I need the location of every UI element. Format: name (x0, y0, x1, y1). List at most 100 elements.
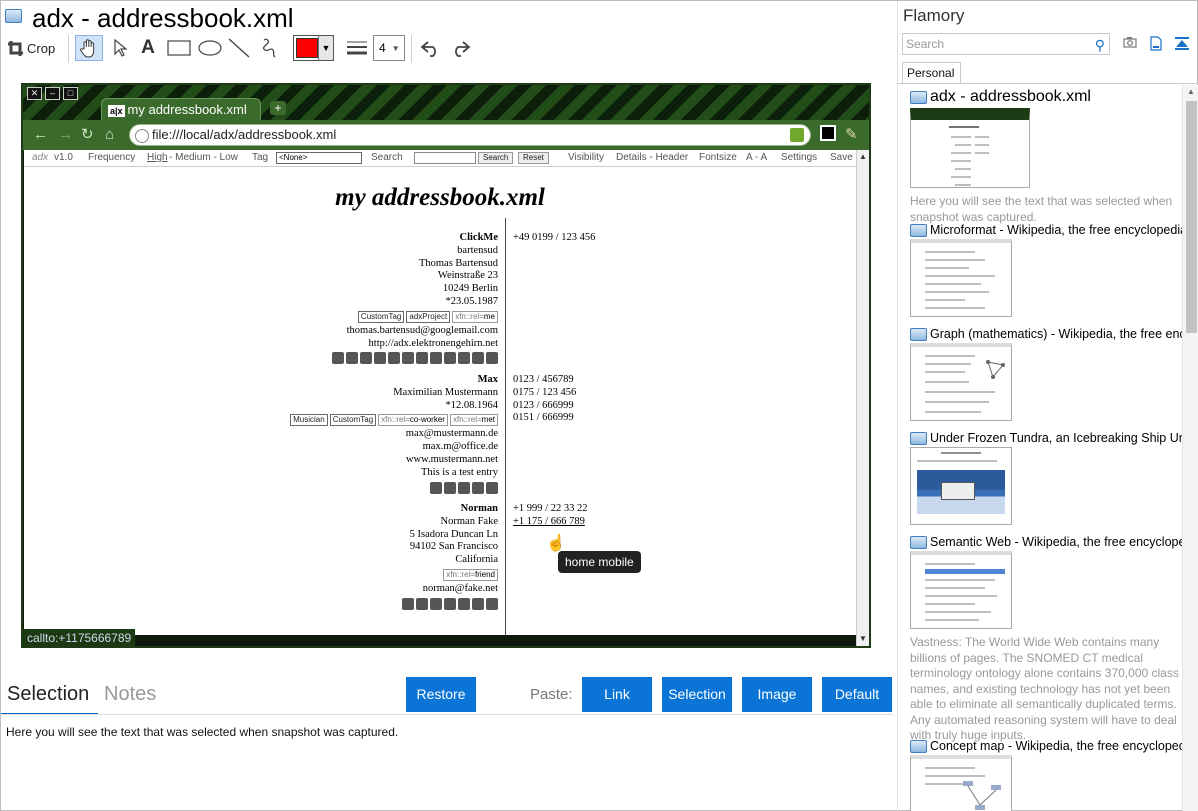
snapshot-panel: Flamory Search ⚲ Personal adx - addressb… (897, 1, 1198, 811)
back-icon: ← (33, 126, 48, 143)
snapshot-title: Under Frozen Tundra, an Icebreaking Ship… (930, 431, 1182, 445)
contact-line: http://adx.elektronengehirn.net (368, 337, 498, 349)
panel-title: Flamory (903, 6, 965, 25)
paste-selection-button[interactable]: Selection (662, 677, 732, 712)
minimize-icon: – (45, 87, 60, 100)
contact-line: norman@fake.net (422, 582, 498, 594)
contact-phones: +49 0199 / 123 456 (513, 232, 595, 245)
paste-link-button[interactable]: Link (582, 677, 652, 712)
ellipse-tool-button[interactable] (196, 35, 224, 61)
rectangle-tool-button[interactable] (165, 35, 193, 61)
contact-card: ClickMe bartensud Thomas Bartensud Weins… (332, 232, 499, 365)
tab-personal[interactable]: Personal (902, 62, 961, 84)
snapshot-icon (910, 327, 927, 341)
new-tab-icon: + (270, 101, 286, 115)
line-width-select[interactable]: 4 ▼ (373, 35, 405, 61)
contact-card: Norman Norman Fake 5 Isadora Duncan Ln 9… (402, 503, 498, 610)
browser-nav-bar: ← → ↻ ⌂ file:///local/adx/addressbook.xm… (23, 120, 869, 150)
tab-divider (1, 714, 893, 715)
contact-line: max.m@office.de (422, 441, 498, 453)
paste-default-button[interactable]: Default (822, 677, 892, 712)
home-icon: ⌂ (105, 126, 115, 143)
contact-name: Max (477, 374, 498, 385)
hand-icon (80, 39, 95, 58)
snapshot-entry[interactable]: Microformat - Wikipedia, the free encycl… (910, 223, 1182, 317)
contact-tag: Musician (290, 414, 328, 427)
snapshot-entry[interactable]: adx - addressbook.xml Here you will see … (910, 88, 1182, 225)
panel-scrollbar[interactable]: ▲ (1182, 85, 1198, 811)
tooltip: home mobile (558, 551, 641, 573)
tab-selection[interactable]: Selection (7, 683, 89, 706)
search-icon: ⚲ (1094, 37, 1105, 53)
restore-button[interactable]: Restore (406, 677, 476, 712)
scrollbar-thumb[interactable] (1186, 101, 1197, 333)
hand-tool-button[interactable] (75, 35, 103, 61)
phone-number: 0123 / 456789 (513, 374, 574, 385)
toolbar: Crop A ▼ 4 ▼ (1, 35, 895, 63)
snapshot-icon (910, 739, 927, 753)
text-tool-button[interactable]: A (137, 35, 159, 61)
xfn-tag: xfn::rel=me (452, 310, 498, 323)
settings-label: Settings (781, 152, 818, 163)
tab-notes[interactable]: Notes (104, 683, 156, 706)
color-swatch (296, 38, 318, 58)
phone-number: +1 175 / 666 789 (513, 515, 585, 527)
crop-label: Crop (27, 40, 56, 56)
snapshot-thumbnail (910, 343, 1012, 421)
snapshot-entry[interactable]: Concept map - Wikipedia, the free encycl… (910, 739, 1182, 811)
contact-phones: +1 999 / 22 33 22 +1 175 / 666 789 (513, 503, 587, 529)
forward-icon: → (58, 126, 73, 143)
undo-button[interactable] (418, 35, 444, 61)
contact-line: max@mustermann.de (405, 428, 498, 440)
snapshot-icon (910, 90, 927, 104)
rectangle-icon (167, 40, 191, 56)
snapshot-entry[interactable]: Graph (mathematics) - Wikipedia, the fre… (910, 327, 1182, 421)
snapshot-image: ✕ – □ a|x my addressbook.xml + ← → ↻ ⌂ fi… (21, 83, 871, 648)
status-bar: callto:+1175666789 (23, 629, 136, 646)
snapshot-title: adx - addressbook.xml (930, 88, 1091, 105)
camera-icon[interactable] (1122, 36, 1138, 52)
snapshot-list: adx - addressbook.xml Here you will see … (898, 85, 1182, 811)
contact-line: *23.05.1987 (445, 295, 499, 307)
select-tool-button[interactable] (109, 35, 131, 61)
search-input[interactable]: Search ⚲ (902, 33, 1110, 55)
redo-icon (455, 41, 471, 57)
maximize-icon: □ (63, 87, 78, 100)
bookmark-icon (790, 128, 804, 142)
snapshot-entry[interactable]: Semantic Web - Wikipedia, the free encyc… (910, 535, 1182, 744)
undo-icon (420, 41, 436, 57)
contact-name: Norman (460, 503, 498, 514)
adx-search-button: Search (478, 152, 514, 164)
toolbar-separator (411, 35, 412, 63)
contact-line: Thomas Bartensud (418, 257, 498, 269)
details-label: Details - Header (616, 152, 689, 163)
address-bar: file:///local/adx/addressbook.xml (129, 124, 811, 146)
frequency-label: Frequency (88, 152, 136, 163)
line-tool-button[interactable] (227, 35, 251, 61)
redo-button[interactable] (447, 35, 473, 61)
contact-tag: CustomTag (357, 310, 405, 323)
crop-button[interactable]: Crop (7, 35, 59, 61)
line-icon (228, 38, 250, 58)
snapshot-title: Microformat - Wikipedia, the free encycl… (930, 223, 1182, 237)
snapshot-thumbnail (910, 447, 1012, 525)
page-heading: my addressbook.xml (335, 184, 545, 211)
adx-toolbar: adx v1.0 Frequency High - Medium - Low T… (24, 150, 856, 167)
contact-tags: xfn::rel=friend (402, 568, 498, 581)
line-width-value: 4 (379, 41, 386, 55)
collapse-icon[interactable] (1174, 36, 1190, 52)
tab-divider (898, 83, 1198, 84)
search-placeholder: Search (906, 37, 945, 51)
snapshot-thumbnail (910, 108, 1030, 188)
snapshot-entry[interactable]: Under Frozen Tundra, an Icebreaking Ship… (910, 431, 1182, 525)
freehand-tool-button[interactable] (257, 35, 281, 61)
paste-image-button[interactable]: Image (742, 677, 812, 712)
tab-title: my addressbook.xml (127, 102, 247, 117)
color-picker[interactable]: ▼ (293, 35, 334, 61)
page-content: adx v1.0 Frequency High - Medium - Low T… (24, 150, 856, 635)
fontsize-label: Fontsize (699, 152, 737, 163)
contact-line: www.mustermann.net (405, 453, 498, 465)
contact-tags: Musician CustomTag xfn::rel=co-worker xf… (290, 414, 498, 427)
adx-reset-button: Reset (518, 152, 549, 164)
document-icon[interactable] (1148, 36, 1164, 52)
